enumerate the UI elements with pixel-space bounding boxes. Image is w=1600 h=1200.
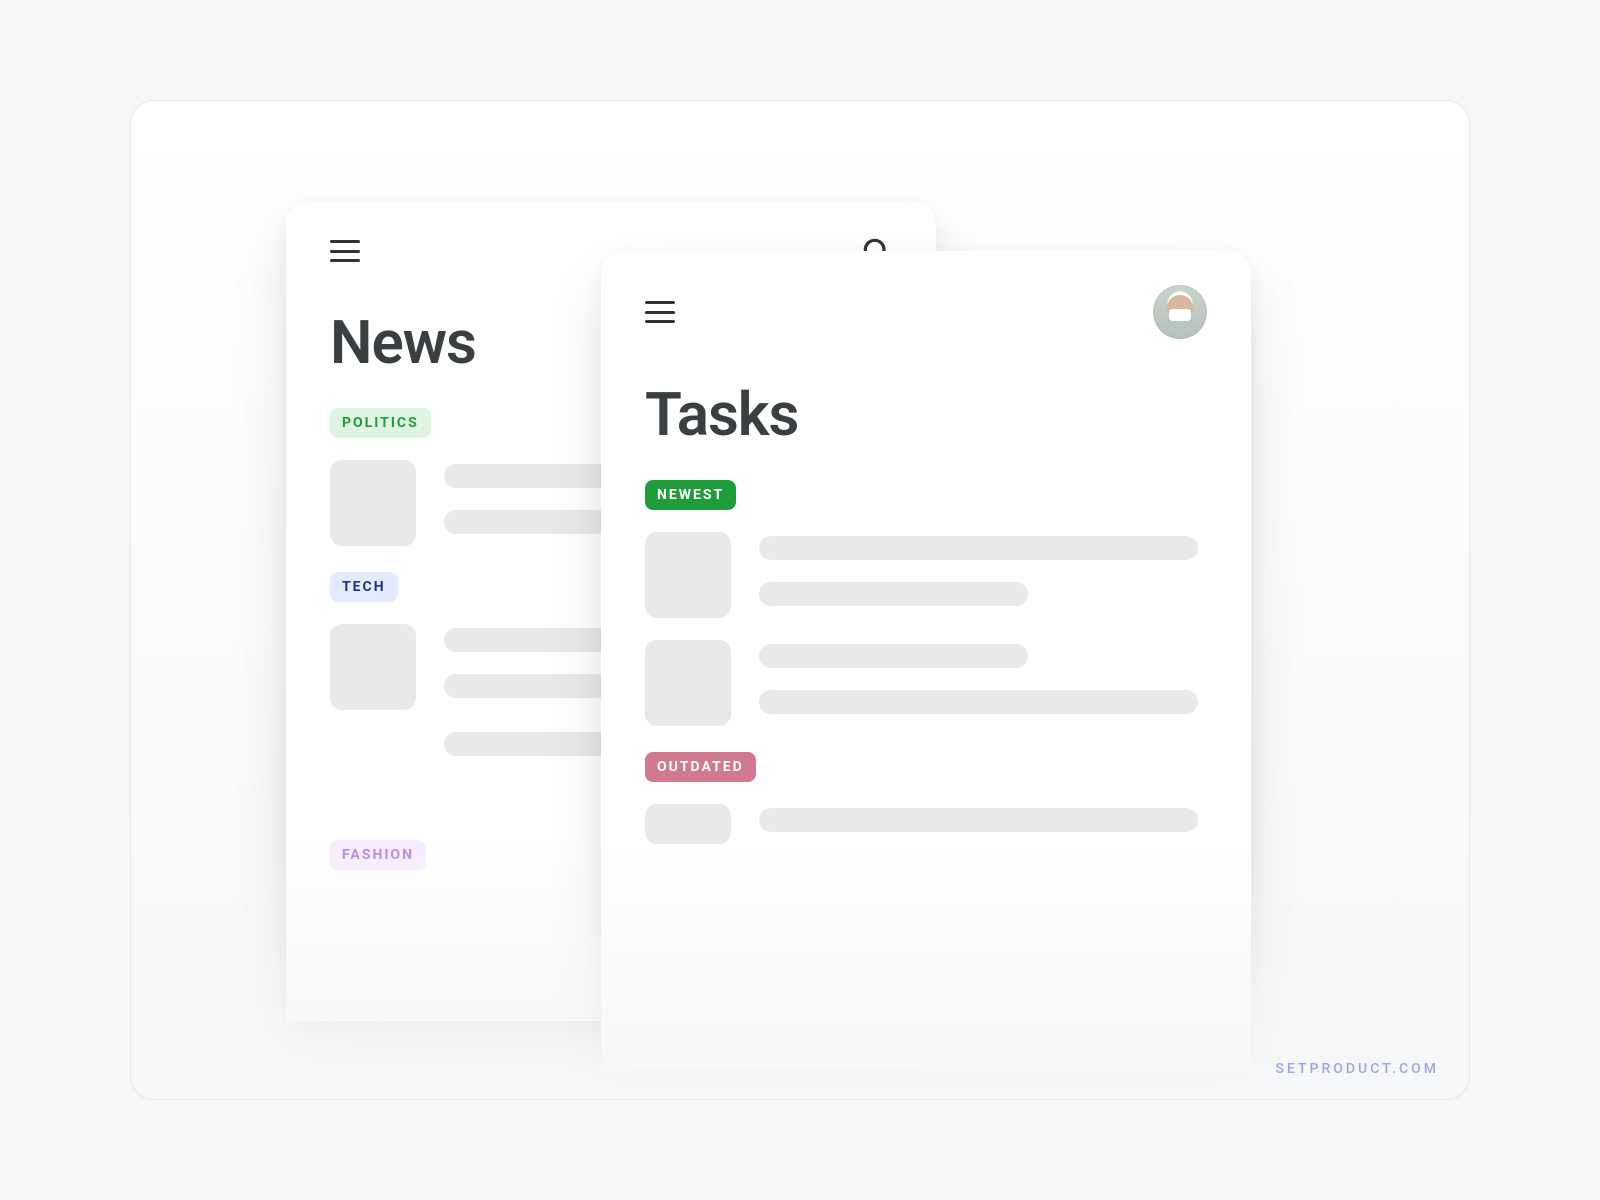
list-item[interactable] <box>645 510 1207 618</box>
tasks-card: Tasks NEWEST OUTDATED <box>601 251 1251 1071</box>
fade-overlay <box>601 871 1251 1071</box>
thumbnail-placeholder <box>645 532 731 618</box>
tasks-header <box>601 251 1251 359</box>
thumbnail-placeholder <box>645 640 731 726</box>
tasks-title: Tasks <box>601 359 1251 480</box>
thumbnail-placeholder <box>330 460 416 546</box>
credit-text: SETPRODUCT.COM <box>1275 1061 1439 1077</box>
tasks-section-newest: NEWEST <box>601 480 1251 752</box>
badge-tech[interactable]: TECH <box>330 572 398 602</box>
thumbnail-placeholder <box>645 804 731 844</box>
menu-icon[interactable] <box>645 301 675 323</box>
badge-newest[interactable]: NEWEST <box>645 480 736 510</box>
badge-outdated[interactable]: OUTDATED <box>645 752 756 782</box>
badge-fashion[interactable]: FASHION <box>330 840 426 870</box>
tasks-section-outdated: OUTDATED <box>601 752 1251 870</box>
list-item[interactable] <box>645 618 1207 726</box>
text-placeholder <box>759 532 1207 618</box>
text-placeholder <box>759 804 1207 844</box>
showcase-frame: News POLITICS TECH <box>130 100 1470 1100</box>
list-item[interactable] <box>645 782 1207 844</box>
badge-politics[interactable]: POLITICS <box>330 408 431 438</box>
thumbnail-placeholder <box>330 624 416 710</box>
menu-icon[interactable] <box>330 240 360 262</box>
text-placeholder <box>759 640 1207 726</box>
avatar[interactable] <box>1153 285 1207 339</box>
